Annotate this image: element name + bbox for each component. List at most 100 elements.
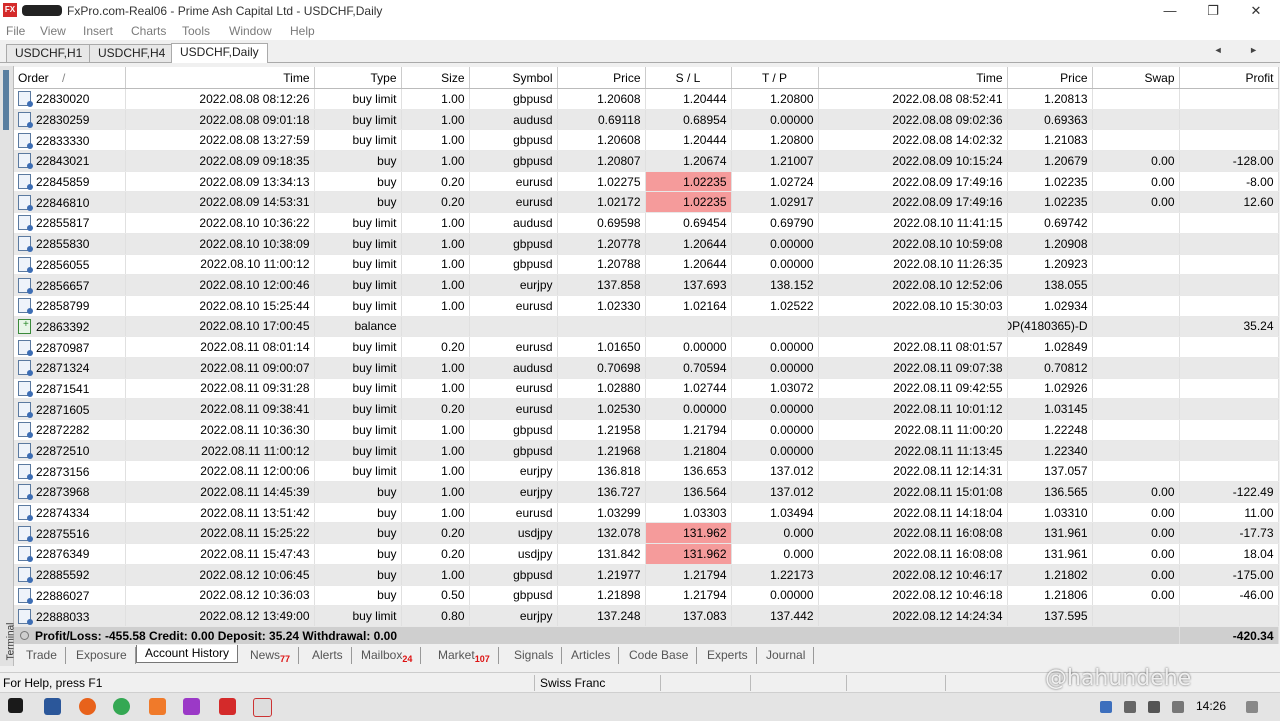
menu-view[interactable]: View	[40, 24, 66, 38]
table-row[interactable]: 22874334 2022.08.11 13:51:42 buy 1.00 eurusd…	[14, 502, 1279, 524]
swap-cell: 0.00	[1092, 502, 1180, 524]
col-profit[interactable]: Profit	[1179, 67, 1279, 89]
menu-charts[interactable]: Charts	[131, 24, 166, 38]
table-row[interactable]: 22843021 2022.08.09 09:18:35 buy 1.00 gbpusd…	[14, 150, 1279, 172]
profit-cell	[1179, 109, 1279, 131]
tab-exposure[interactable]: Exposure	[76, 647, 136, 664]
menu-tools[interactable]: Tools	[182, 24, 210, 38]
col-swap[interactable]: Swap	[1092, 67, 1180, 89]
close-price-cell: 1.22248	[1007, 419, 1093, 441]
type-cell: buy limit	[314, 274, 402, 296]
tab-articles[interactable]: Articles	[571, 647, 620, 664]
menu-help[interactable]: Help	[290, 24, 315, 38]
table-row[interactable]: 22845859 2022.08.09 13:34:13 buy 0.20 eurusd…	[14, 171, 1279, 193]
menu-file[interactable]: File	[6, 24, 25, 38]
table-row[interactable]: 22872282 2022.08.11 10:36:30 buy limit 1.00…	[14, 419, 1279, 441]
minimize-button[interactable]: —	[1150, 0, 1190, 22]
drag-handle[interactable]	[3, 70, 9, 130]
table-row[interactable]: 22875516 2022.08.11 15:25:22 buy 0.20 usdjpy…	[14, 522, 1279, 545]
keyboard-icon[interactable]	[1172, 701, 1184, 713]
table-row[interactable]: 22873156 2022.08.11 12:00:06 buy limit 1.00…	[14, 460, 1279, 483]
firefox-icon[interactable]	[79, 698, 96, 715]
table-row[interactable]: 22858799 2022.08.10 15:25:44 buy limit 1.00…	[14, 295, 1279, 317]
tab-usdchf-h1[interactable]: USDCHF,H1	[6, 44, 92, 62]
notification-icon[interactable]	[1246, 701, 1258, 713]
word-icon[interactable]	[44, 698, 61, 715]
tab-usdchf-daily[interactable]: USDCHF,Daily	[171, 43, 268, 63]
table-row[interactable]: 22888033 2022.08.12 13:49:00 buy limit 0.80…	[14, 605, 1279, 627]
tab-scroll-arrows[interactable]: ◄ ►	[1214, 45, 1270, 55]
tab-alerts[interactable]: Alerts	[312, 647, 352, 664]
col-close-price[interactable]: Price	[1007, 67, 1093, 89]
col-order[interactable]: Order /	[14, 67, 126, 89]
type-cell: buy limit	[314, 378, 402, 400]
col-price[interactable]: Price	[557, 67, 646, 89]
tab-usdchf-h4[interactable]: USDCHF,H4	[89, 44, 175, 62]
type-cell: buy limit	[314, 254, 402, 276]
status-divider	[660, 675, 661, 691]
table-row[interactable]: 22873968 2022.08.11 14:45:39 buy 1.00 eurjpy…	[14, 481, 1279, 503]
shield-icon[interactable]	[1100, 701, 1112, 713]
table-row[interactable]: 22856657 2022.08.10 12:00:46 buy limit 1.00…	[14, 274, 1279, 296]
table-row[interactable]: 22830020 2022.08.08 08:12:26 buy limit 1.00…	[14, 88, 1279, 110]
tab-experts[interactable]: Experts	[707, 647, 757, 664]
table-row[interactable]: 22872510 2022.08.11 11:00:12 buy limit 1.00…	[14, 440, 1279, 462]
menu-window[interactable]: Window	[229, 24, 272, 38]
table-row[interactable]: 22885592 2022.08.12 10:06:45 buy 1.00 gbpusd…	[14, 564, 1279, 586]
col-tp[interactable]: T / P	[731, 67, 819, 89]
col-symbol[interactable]: Symbol	[469, 67, 558, 89]
windows-start-icon[interactable]	[8, 698, 23, 713]
price-cell: 1.21898	[557, 585, 646, 607]
order-ticket-icon	[18, 567, 33, 584]
close-time-cell: 2022.08.10 11:41:15	[818, 212, 1008, 234]
tab-code-base[interactable]: Code Base	[629, 647, 698, 664]
tab-trade[interactable]: Trade	[26, 647, 66, 664]
order-ticket-icon	[18, 298, 33, 315]
table-row[interactable]: 22871605 2022.08.11 09:38:41 buy limit 0.20…	[14, 398, 1279, 420]
size-cell: 1.00	[401, 357, 470, 379]
close-price-cell: 131.961	[1007, 543, 1093, 565]
browser-icon[interactable]	[183, 698, 200, 715]
tab-signals[interactable]: Signals	[514, 647, 563, 664]
tab-journal[interactable]: Journal	[766, 647, 815, 664]
app-icon[interactable]	[149, 698, 166, 715]
volume-icon[interactable]	[1124, 701, 1136, 713]
table-row[interactable]: 22856055 2022.08.10 11:00:12 buy limit 1.00…	[14, 254, 1279, 276]
profit-cell	[1179, 295, 1279, 317]
table-row[interactable]: 22846810 2022.08.09 14:53:31 buy 0.20 eurusd…	[14, 191, 1279, 214]
fxpro-taskbar-icon[interactable]	[219, 698, 236, 715]
col-sl[interactable]: S / L	[645, 67, 732, 89]
metatrader-icon[interactable]	[253, 698, 272, 717]
tab-account-history[interactable]: Account History	[136, 645, 239, 663]
col-type[interactable]: Type	[314, 67, 402, 89]
table-row[interactable]: 22833330 2022.08.08 13:27:59 buy limit 1.00…	[14, 129, 1279, 152]
type-cell: buy limit	[314, 398, 402, 420]
symbol-cell: eurusd	[469, 378, 558, 400]
col-close-time[interactable]: Time	[818, 67, 1008, 89]
table-row[interactable]: 22876349 2022.08.11 15:47:43 buy 0.20 usdjpy…	[14, 543, 1279, 565]
table-row[interactable]: 22871541 2022.08.11 09:31:28 buy limit 1.00…	[14, 378, 1279, 400]
swap-cell	[1092, 274, 1180, 296]
menu-insert[interactable]: Insert	[83, 24, 113, 38]
open-time-cell: 2022.08.08 09:01:18	[125, 109, 315, 131]
tab-news[interactable]: News77	[250, 647, 300, 664]
restore-button[interactable]: ❐	[1193, 0, 1233, 22]
table-row[interactable]: 228633922022.08.10 17:00:45balance TRCK-A…	[14, 316, 1279, 338]
table-row[interactable]: 22870987 2022.08.11 08:01:14 buy limit 0.20…	[14, 336, 1279, 358]
network-icon[interactable]	[1148, 701, 1160, 713]
order-ticket-icon	[18, 587, 33, 604]
table-row[interactable]: 22886027 2022.08.12 10:36:03 buy 0.50 gbpusd…	[14, 585, 1279, 607]
tab-market[interactable]: Market107	[438, 647, 499, 664]
close-button[interactable]: ✕	[1236, 0, 1276, 22]
table-row[interactable]: 22855817 2022.08.10 10:36:22 buy limit 1.00…	[14, 212, 1279, 234]
table-row[interactable]: 22830259 2022.08.08 09:01:18 buy limit 1.00…	[14, 109, 1279, 131]
table-row[interactable]: 22871324 2022.08.11 09:00:07 buy limit 1.00…	[14, 357, 1279, 379]
col-size[interactable]: Size	[401, 67, 470, 89]
system-clock[interactable]: 14:26	[1196, 699, 1226, 713]
chrome-icon[interactable]	[113, 698, 130, 715]
col-open-time[interactable]: Time	[125, 67, 315, 89]
tab-mailbox[interactable]: Mailbox24	[361, 647, 422, 664]
table-row[interactable]: 22855830 2022.08.10 10:38:09 buy limit 1.00…	[14, 233, 1279, 255]
status-profile[interactable]: Swiss Franc	[540, 676, 605, 690]
close-time-cell: 2022.08.11 11:00:20	[818, 419, 1008, 441]
